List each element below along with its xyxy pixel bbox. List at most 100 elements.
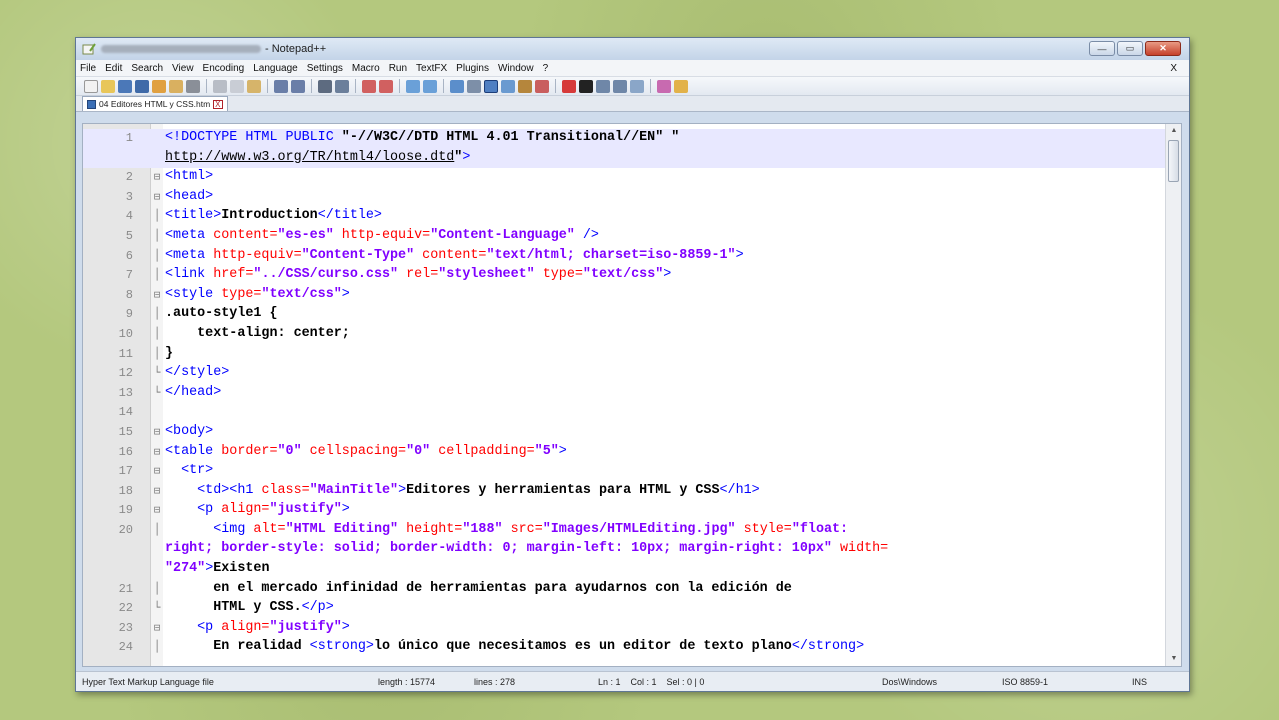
save-macro-icon[interactable] xyxy=(630,79,644,93)
fold-toggle-icon[interactable]: ⊟ xyxy=(151,482,163,502)
fold-toggle-icon[interactable]: ⊟ xyxy=(151,443,163,463)
tab-close-icon[interactable]: X xyxy=(213,99,223,109)
status-lines: lines : 278 xyxy=(474,677,516,687)
tab-document[interactable]: 04 Editores HTML y CSS.htm X xyxy=(82,96,228,111)
menu-window[interactable]: Window xyxy=(498,63,534,74)
code-line[interactable]: 15 ⊟ <body> xyxy=(83,423,1167,443)
save-icon[interactable] xyxy=(118,79,132,93)
code-line[interactable]: 18 ⊟ <td><h1 class="MainTitle">Editores y… xyxy=(83,482,1167,502)
fold-toggle-icon[interactable]: ⊟ xyxy=(151,286,163,306)
menu-language[interactable]: Language xyxy=(253,63,298,74)
code-line[interactable]: 19 ⊟ <p align="justify"> xyxy=(83,501,1167,521)
menu-plugins[interactable]: Plugins xyxy=(456,63,489,74)
scroll-down-icon[interactable]: ▼ xyxy=(1166,652,1181,666)
fold-toggle-icon[interactable]: ⊟ xyxy=(151,501,163,521)
code-token: } xyxy=(165,345,174,361)
scroll-up-icon[interactable]: ▲ xyxy=(1166,124,1181,138)
function-list-icon[interactable] xyxy=(535,79,549,93)
line-number: 22 xyxy=(118,601,133,616)
code-token: href= xyxy=(213,267,254,283)
code-line[interactable]: 4 │ <title>Introduction</title> xyxy=(83,207,1167,227)
close-all-icon[interactable] xyxy=(169,79,183,93)
menu-textfx[interactable]: TextFX xyxy=(416,63,447,74)
code-text: en el mercado infinidad de herramientas … xyxy=(165,581,792,596)
menu-view[interactable]: View xyxy=(172,63,194,74)
plugin-icon[interactable] xyxy=(674,79,688,93)
menu-search[interactable]: Search xyxy=(131,63,163,74)
code-line[interactable]: "274">Existen xyxy=(83,560,1167,580)
cut-icon[interactable] xyxy=(213,79,227,93)
run-macro-multiple-icon[interactable] xyxy=(613,79,627,93)
zoom-out-icon[interactable] xyxy=(379,79,393,93)
code-line[interactable]: 22 └ HTML y CSS.</p> xyxy=(83,599,1167,619)
vertical-scrollbar[interactable]: ▲ ▼ xyxy=(1165,124,1181,666)
code-line[interactable]: 17 ⊟ <tr> xyxy=(83,462,1167,482)
code-line[interactable]: 12 └ </style> xyxy=(83,364,1167,384)
line-number: 9 xyxy=(125,307,133,322)
sync-vertical-icon[interactable] xyxy=(406,79,420,93)
close-button[interactable]: ✕ xyxy=(1145,41,1181,56)
code-line[interactable]: 13 └ </head> xyxy=(83,384,1167,404)
undo-icon[interactable] xyxy=(274,79,288,93)
minimize-button[interactable]: — xyxy=(1089,41,1115,56)
replace-icon[interactable] xyxy=(335,79,349,93)
code-line[interactable]: 8 ⊟ <style type="text/css"> xyxy=(83,286,1167,306)
zoom-in-icon[interactable] xyxy=(362,79,376,93)
stop-macro-icon[interactable] xyxy=(579,79,593,93)
fold-toggle-icon[interactable]: ⊟ xyxy=(151,168,163,188)
print-icon[interactable] xyxy=(186,79,200,93)
code-line[interactable]: http://www.w3.org/TR/html4/loose.dtd"> xyxy=(83,148,1167,169)
code-line[interactable]: 6 │ <meta http-equiv="Content-Type" conten… xyxy=(83,247,1167,267)
code-line[interactable]: 9 │ .auto-style1 { xyxy=(83,305,1167,325)
maximize-button[interactable]: ▭ xyxy=(1117,41,1143,56)
menu-run[interactable]: Run xyxy=(389,63,407,74)
record-macro-icon[interactable] xyxy=(562,79,576,93)
paste-icon[interactable] xyxy=(247,79,261,93)
scroll-thumb[interactable] xyxy=(1168,140,1179,182)
find-icon[interactable] xyxy=(318,79,332,93)
menu-file[interactable]: File xyxy=(80,63,96,74)
redo-icon[interactable] xyxy=(291,79,305,93)
sync-horizontal-icon[interactable] xyxy=(423,79,437,93)
menu-settings[interactable]: Settings xyxy=(307,63,343,74)
copy-icon[interactable] xyxy=(230,79,244,93)
word-wrap-icon[interactable] xyxy=(450,79,464,93)
code-line[interactable]: 2 ⊟ <html> xyxy=(83,168,1167,188)
code-line[interactable]: 1 <!DOCTYPE HTML PUBLIC "-//W3C//DTD HTML… xyxy=(83,129,1167,149)
code-line[interactable]: 20 │ <img alt="HTML Editing" height="188"… xyxy=(83,521,1167,541)
fold-toggle-icon[interactable]: ⊟ xyxy=(151,619,163,639)
code-token: type= xyxy=(534,267,583,283)
code-token: "text/html; charset=iso-8859-1" xyxy=(486,247,736,263)
show-all-chars-icon[interactable] xyxy=(467,79,481,93)
code-line[interactable]: 21 │ en el mercado infinidad de herramien… xyxy=(83,580,1167,600)
code-line[interactable]: right; border-style: solid; border-width… xyxy=(83,540,1167,560)
play-macro-icon[interactable] xyxy=(596,79,610,93)
status-encoding: ISO 8859-1 xyxy=(1002,677,1049,687)
code-line[interactable]: 23 ⊟ <p align="justify"> xyxy=(83,619,1167,639)
menu-help[interactable]: ? xyxy=(543,63,549,74)
menu-macro[interactable]: Macro xyxy=(352,63,380,74)
menu-edit[interactable]: Edit xyxy=(105,63,122,74)
code-editor[interactable]: 1 <!DOCTYPE HTML PUBLIC "-//W3C//DTD HTML… xyxy=(82,123,1182,667)
close-document-button[interactable]: X xyxy=(1170,63,1177,74)
user-language-icon[interactable] xyxy=(501,79,515,93)
code-line[interactable]: 24 │ En realidad <strong>lo único que nec… xyxy=(83,638,1167,658)
code-line[interactable]: 5 │ <meta content="es-es" http-equiv="Cont… xyxy=(83,227,1167,247)
close-file-icon[interactable] xyxy=(152,79,166,93)
open-file-icon[interactable] xyxy=(101,79,115,93)
spell-check-icon[interactable] xyxy=(657,79,671,93)
save-all-icon[interactable] xyxy=(135,79,149,93)
fold-toggle-icon[interactable]: ⊟ xyxy=(151,423,163,443)
document-map-icon[interactable] xyxy=(518,79,532,93)
code-line[interactable]: 3 ⊟ <head> xyxy=(83,188,1167,208)
code-line[interactable]: 14 xyxy=(83,403,1167,423)
menu-encoding[interactable]: Encoding xyxy=(203,63,245,74)
code-line[interactable]: 16 ⊟ <table border="0" cellspacing="0" cel… xyxy=(83,443,1167,463)
code-line[interactable]: 11 │} xyxy=(83,345,1167,365)
fold-toggle-icon[interactable]: ⊟ xyxy=(151,462,163,482)
code-line[interactable]: 7 │ <link href="../CSS/curso.css" rel="sty… xyxy=(83,266,1167,286)
code-line[interactable]: 10 │ text-align: center; xyxy=(83,325,1167,345)
indent-guide-icon[interactable] xyxy=(484,79,498,93)
new-file-icon[interactable] xyxy=(84,79,98,93)
fold-toggle-icon[interactable]: ⊟ xyxy=(151,188,163,208)
